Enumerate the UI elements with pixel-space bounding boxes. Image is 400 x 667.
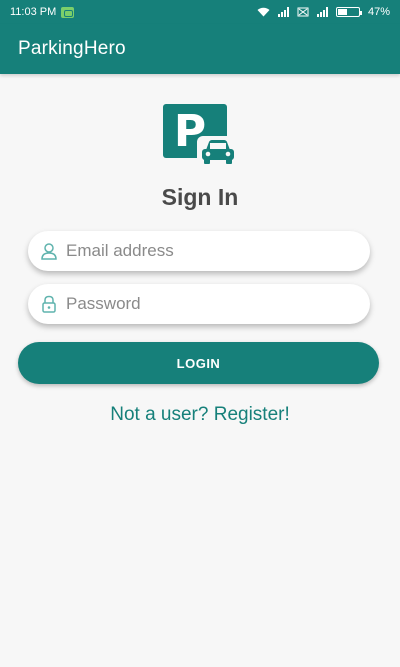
notification-icon: [61, 6, 75, 18]
email-field[interactable]: [28, 231, 370, 271]
status-bar: 11:03 PM 47%: [0, 0, 400, 24]
status-time: 11:03 PM: [10, 6, 57, 18]
register-link[interactable]: Not a user? Register!: [0, 404, 400, 426]
signal-icon: [277, 7, 289, 17]
login-button[interactable]: LOGIN: [18, 342, 379, 384]
lock-icon: [42, 295, 56, 313]
parking-logo: P: [163, 104, 239, 168]
wifi-icon: [257, 7, 270, 17]
app-title: ParkingHero: [18, 38, 126, 59]
email-input[interactable]: [66, 241, 346, 261]
car-icon: [197, 136, 239, 168]
battery-icon: [335, 7, 362, 17]
signal-icon-2: [316, 7, 328, 17]
status-left: 11:03 PM: [10, 6, 75, 18]
battery-level: 47%: [367, 6, 390, 18]
status-right: 47%: [257, 6, 390, 18]
no-signal-icon: [297, 7, 309, 17]
password-field[interactable]: [28, 284, 370, 324]
page-title: Sign In: [161, 184, 239, 210]
user-icon: [41, 243, 57, 260]
app-bar: ParkingHero: [0, 24, 400, 74]
password-input[interactable]: [66, 294, 346, 314]
